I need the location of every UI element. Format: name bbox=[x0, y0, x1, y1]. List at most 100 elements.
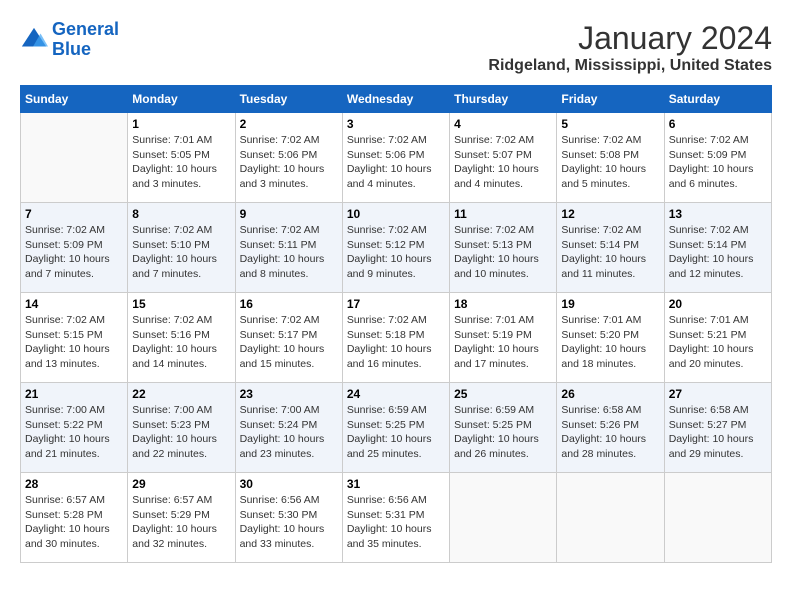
table-row: 21 Sunrise: 7:00 AMSunset: 5:22 PMDayligh… bbox=[21, 383, 128, 473]
table-row: 25 Sunrise: 6:59 AMSunset: 5:25 PMDayligh… bbox=[450, 383, 557, 473]
day-info: Sunrise: 7:02 AMSunset: 5:08 PMDaylight:… bbox=[561, 133, 659, 192]
day-info: Sunrise: 6:58 AMSunset: 5:27 PMDaylight:… bbox=[669, 403, 767, 462]
logo-line2: Blue bbox=[52, 39, 91, 59]
day-info: Sunrise: 7:02 AMSunset: 5:10 PMDaylight:… bbox=[132, 223, 230, 282]
day-info: Sunrise: 7:02 AMSunset: 5:14 PMDaylight:… bbox=[561, 223, 659, 282]
header-saturday: Saturday bbox=[664, 86, 771, 113]
day-number: 3 bbox=[347, 117, 445, 131]
day-number: 21 bbox=[25, 387, 123, 401]
day-info: Sunrise: 7:02 AMSunset: 5:17 PMDaylight:… bbox=[240, 313, 338, 372]
title-block: January 2024 Ridgeland, Mississippi, Uni… bbox=[488, 20, 772, 75]
day-number: 8 bbox=[132, 207, 230, 221]
table-row: 18 Sunrise: 7:01 AMSunset: 5:19 PMDayligh… bbox=[450, 293, 557, 383]
table-row: 30 Sunrise: 6:56 AMSunset: 5:30 PMDayligh… bbox=[235, 473, 342, 563]
table-row: 7 Sunrise: 7:02 AMSunset: 5:09 PMDaylight… bbox=[21, 203, 128, 293]
day-number: 31 bbox=[347, 477, 445, 491]
day-info: Sunrise: 6:57 AMSunset: 5:29 PMDaylight:… bbox=[132, 493, 230, 552]
day-info: Sunrise: 6:59 AMSunset: 5:25 PMDaylight:… bbox=[454, 403, 552, 462]
table-row: 11Sunrise: 7:02 AMSunset: 5:13 PMDayligh… bbox=[450, 203, 557, 293]
day-info: Sunrise: 7:02 AMSunset: 5:07 PMDaylight:… bbox=[454, 133, 552, 192]
day-info: Sunrise: 7:00 AMSunset: 5:22 PMDaylight:… bbox=[25, 403, 123, 462]
day-number: 25 bbox=[454, 387, 552, 401]
table-row: 9Sunrise: 7:02 AMSunset: 5:11 PMDaylight… bbox=[235, 203, 342, 293]
calendar-week-row: 14Sunrise: 7:02 AMSunset: 5:15 PMDayligh… bbox=[21, 293, 772, 383]
day-number: 7 bbox=[25, 207, 123, 221]
day-number: 13 bbox=[669, 207, 767, 221]
table-row: 1Sunrise: 7:01 AMSunset: 5:05 PMDaylight… bbox=[128, 113, 235, 203]
day-info: Sunrise: 7:02 AMSunset: 5:06 PMDaylight:… bbox=[347, 133, 445, 192]
day-number: 26 bbox=[561, 387, 659, 401]
table-row: 29 Sunrise: 6:57 AMSunset: 5:29 PMDayligh… bbox=[128, 473, 235, 563]
table-row: 4Sunrise: 7:02 AMSunset: 5:07 PMDaylight… bbox=[450, 113, 557, 203]
day-number: 2 bbox=[240, 117, 338, 131]
logo: General Blue bbox=[20, 20, 119, 60]
table-row: 26 Sunrise: 6:58 AMSunset: 5:26 PMDayligh… bbox=[557, 383, 664, 473]
header-thursday: Thursday bbox=[450, 86, 557, 113]
day-info: Sunrise: 7:00 AMSunset: 5:24 PMDaylight:… bbox=[240, 403, 338, 462]
day-info: Sunrise: 7:02 AMSunset: 5:16 PMDaylight:… bbox=[132, 313, 230, 372]
header-tuesday: Tuesday bbox=[235, 86, 342, 113]
day-number: 22 bbox=[132, 387, 230, 401]
day-number: 18 bbox=[454, 297, 552, 311]
table-row: 8 Sunrise: 7:02 AMSunset: 5:10 PMDaylight… bbox=[128, 203, 235, 293]
logo-line1: General bbox=[52, 19, 119, 39]
day-number: 16 bbox=[240, 297, 338, 311]
day-number: 6 bbox=[669, 117, 767, 131]
table-row bbox=[450, 473, 557, 563]
header-friday: Friday bbox=[557, 86, 664, 113]
day-number: 10 bbox=[347, 207, 445, 221]
day-info: Sunrise: 7:02 AMSunset: 5:12 PMDaylight:… bbox=[347, 223, 445, 282]
page-header: General Blue January 2024 Ridgeland, Mis… bbox=[20, 20, 772, 75]
table-row: 15 Sunrise: 7:02 AMSunset: 5:16 PMDayligh… bbox=[128, 293, 235, 383]
table-row: 14Sunrise: 7:02 AMSunset: 5:15 PMDayligh… bbox=[21, 293, 128, 383]
day-number: 11 bbox=[454, 207, 552, 221]
table-row: 20 Sunrise: 7:01 AMSunset: 5:21 PMDayligh… bbox=[664, 293, 771, 383]
header-wednesday: Wednesday bbox=[342, 86, 449, 113]
day-info: Sunrise: 7:01 AMSunset: 5:19 PMDaylight:… bbox=[454, 313, 552, 372]
table-row: 2Sunrise: 7:02 AMSunset: 5:06 PMDaylight… bbox=[235, 113, 342, 203]
table-row: 16 Sunrise: 7:02 AMSunset: 5:17 PMDayligh… bbox=[235, 293, 342, 383]
header-sunday: Sunday bbox=[21, 86, 128, 113]
day-number: 28 bbox=[25, 477, 123, 491]
logo-text: General Blue bbox=[52, 20, 119, 60]
table-row: 28Sunrise: 6:57 AMSunset: 5:28 PMDayligh… bbox=[21, 473, 128, 563]
table-row: 24Sunrise: 6:59 AMSunset: 5:25 PMDayligh… bbox=[342, 383, 449, 473]
day-number: 24 bbox=[347, 387, 445, 401]
table-row: 22 Sunrise: 7:00 AMSunset: 5:23 PMDayligh… bbox=[128, 383, 235, 473]
calendar-title: January 2024 bbox=[488, 20, 772, 57]
day-info: Sunrise: 7:02 AMSunset: 5:18 PMDaylight:… bbox=[347, 313, 445, 372]
day-number: 30 bbox=[240, 477, 338, 491]
table-row bbox=[557, 473, 664, 563]
day-info: Sunrise: 7:02 AMSunset: 5:09 PMDaylight:… bbox=[25, 223, 123, 282]
day-number: 20 bbox=[669, 297, 767, 311]
day-info: Sunrise: 6:56 AMSunset: 5:31 PMDaylight:… bbox=[347, 493, 445, 552]
table-row: 23 Sunrise: 7:00 AMSunset: 5:24 PMDayligh… bbox=[235, 383, 342, 473]
table-row: 31 Sunrise: 6:56 AMSunset: 5:31 PMDayligh… bbox=[342, 473, 449, 563]
day-info: Sunrise: 7:02 AMSunset: 5:14 PMDaylight:… bbox=[669, 223, 767, 282]
header-row: Sunday Monday Tuesday Wednesday Thursday… bbox=[21, 86, 772, 113]
day-number: 27 bbox=[669, 387, 767, 401]
day-info: Sunrise: 7:00 AMSunset: 5:23 PMDaylight:… bbox=[132, 403, 230, 462]
calendar-week-row: 21 Sunrise: 7:00 AMSunset: 5:22 PMDayligh… bbox=[21, 383, 772, 473]
table-row: 3 Sunrise: 7:02 AMSunset: 5:06 PMDaylight… bbox=[342, 113, 449, 203]
day-number: 23 bbox=[240, 387, 338, 401]
table-row bbox=[21, 113, 128, 203]
day-number: 29 bbox=[132, 477, 230, 491]
table-row: 19Sunrise: 7:01 AMSunset: 5:20 PMDayligh… bbox=[557, 293, 664, 383]
table-row: 27 Sunrise: 6:58 AMSunset: 5:27 PMDayligh… bbox=[664, 383, 771, 473]
day-info: Sunrise: 6:56 AMSunset: 5:30 PMDaylight:… bbox=[240, 493, 338, 552]
day-info: Sunrise: 6:58 AMSunset: 5:26 PMDaylight:… bbox=[561, 403, 659, 462]
day-info: Sunrise: 7:01 AMSunset: 5:21 PMDaylight:… bbox=[669, 313, 767, 372]
table-row: 17Sunrise: 7:02 AMSunset: 5:18 PMDayligh… bbox=[342, 293, 449, 383]
day-info: Sunrise: 7:02 AMSunset: 5:09 PMDaylight:… bbox=[669, 133, 767, 192]
day-number: 5 bbox=[561, 117, 659, 131]
calendar-week-row: 1Sunrise: 7:01 AMSunset: 5:05 PMDaylight… bbox=[21, 113, 772, 203]
day-number: 15 bbox=[132, 297, 230, 311]
calendar-table: Sunday Monday Tuesday Wednesday Thursday… bbox=[20, 85, 772, 563]
table-row bbox=[664, 473, 771, 563]
day-info: Sunrise: 7:02 AMSunset: 5:15 PMDaylight:… bbox=[25, 313, 123, 372]
logo-icon bbox=[20, 26, 48, 54]
day-info: Sunrise: 7:01 AMSunset: 5:20 PMDaylight:… bbox=[561, 313, 659, 372]
day-number: 1 bbox=[132, 117, 230, 131]
calendar-week-row: 7 Sunrise: 7:02 AMSunset: 5:09 PMDaylight… bbox=[21, 203, 772, 293]
